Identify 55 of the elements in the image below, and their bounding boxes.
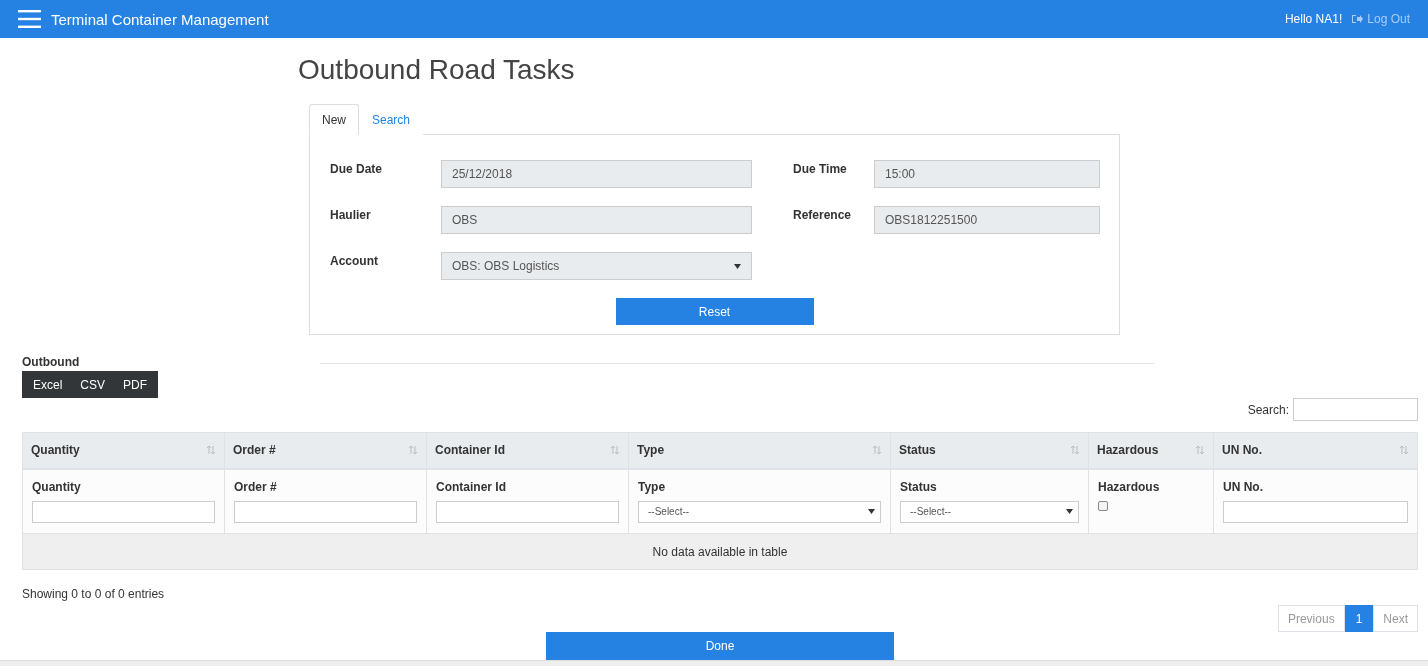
filter-label: Hazardous [1098, 479, 1161, 494]
filter-label: Type [638, 479, 667, 494]
column-header[interactable]: Status [890, 432, 1089, 469]
reset-button[interactable]: Reset [615, 298, 814, 326]
caret-icon [734, 263, 741, 269]
filter-label: UN No. [1223, 479, 1264, 494]
checkbox[interactable] [1098, 500, 1108, 511]
sort-icon [1399, 445, 1409, 456]
sort-icon [1070, 445, 1080, 456]
search-field[interactable] [1293, 398, 1418, 422]
logout-icon [1352, 14, 1364, 25]
caret-icon [1066, 509, 1073, 515]
sort-icon [1195, 445, 1205, 456]
filter-input[interactable] [32, 500, 215, 523]
section-label: Outbound [22, 355, 81, 370]
field-label: Haulier [330, 207, 372, 223]
input-field[interactable]: OBS1812251500 [874, 206, 1100, 235]
tab[interactable]: New [309, 104, 359, 136]
filter-input[interactable] [436, 500, 619, 523]
column-header[interactable]: Container Id [426, 432, 629, 469]
sort-icon [872, 445, 882, 456]
page-button[interactable]: 1 [1344, 605, 1374, 633]
app-title: Terminal Container Management [51, 10, 270, 28]
column-header[interactable]: Type [628, 432, 891, 469]
field-label: Reference [793, 207, 853, 223]
field-label: Due Date [330, 161, 383, 177]
empty-message: No data available in table [22, 533, 1418, 570]
filter-label: Quantity [32, 479, 82, 494]
done-button[interactable]: Done [546, 632, 894, 661]
filter-label: Order # [234, 479, 278, 494]
column-header[interactable]: UN No. [1213, 432, 1418, 469]
account-select[interactable]: OBS: OBS Logistics [441, 252, 752, 281]
column-header[interactable]: Order # [224, 432, 427, 469]
entries-info: Showing 0 to 0 of 0 entries [22, 587, 166, 602]
input-field[interactable]: 25/12/2018 [441, 160, 752, 189]
menu-icon[interactable] [18, 10, 41, 29]
sort-icon [610, 445, 620, 456]
field-label: Account [330, 253, 379, 269]
filter-label: Status [900, 479, 938, 494]
greeting-text: Hello NA1! [1284, 12, 1343, 27]
filter-select[interactable]: --Select-- [900, 500, 1079, 523]
sort-icon [408, 445, 418, 456]
filter-label: Container Id [436, 479, 507, 494]
field-label: Due Time [793, 161, 848, 177]
filter-input[interactable] [234, 500, 417, 523]
filter-input[interactable] [1223, 500, 1408, 523]
caret-icon [868, 509, 875, 515]
input-field[interactable]: OBS [441, 206, 752, 235]
column-header[interactable]: Quantity [22, 432, 225, 469]
input-field[interactable]: 15:00 [874, 160, 1100, 189]
page-title: Outbound Road Tasks [298, 54, 576, 87]
filter-select[interactable]: --Select-- [638, 500, 881, 523]
sort-icon [206, 445, 216, 456]
column-header[interactable]: Hazardous [1088, 432, 1214, 469]
search-label: Search: [1247, 402, 1289, 417]
